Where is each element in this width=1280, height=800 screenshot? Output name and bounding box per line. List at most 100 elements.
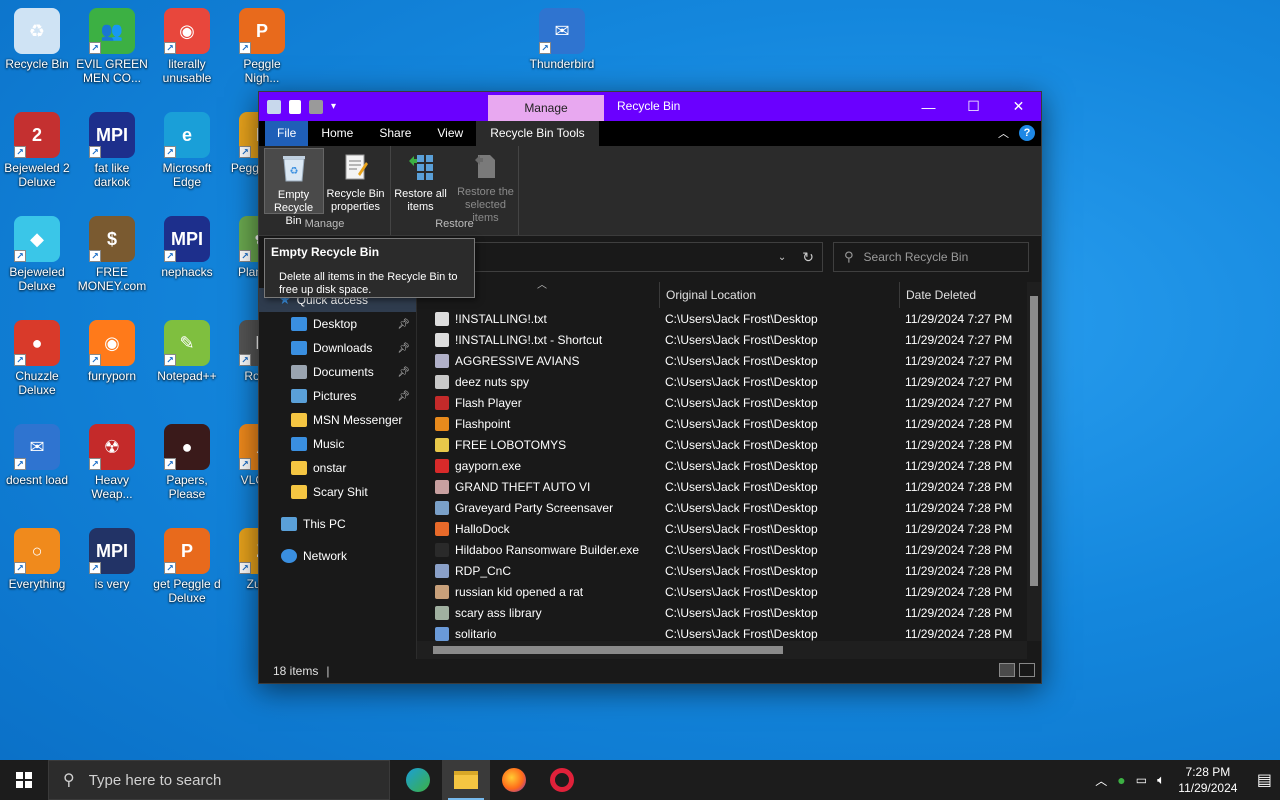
empty-recycle-bin-button[interactable]: ♻ Empty Recycle Bin (263, 148, 324, 227)
tab-share[interactable]: Share (366, 121, 424, 146)
details-view-button[interactable] (999, 663, 1015, 677)
file-row[interactable]: RDP_CnC C:\Users\Jack Frost\Desktop 11/29/… (417, 560, 1041, 581)
file-row[interactable]: !INSTALLING!.txt - Shortcut C:\Users\Jack… (417, 329, 1041, 350)
restore-selected-items-button[interactable]: Restore the selected items (453, 148, 519, 224)
desktop-icon[interactable]: ◉ ↗ literally unusable (150, 8, 224, 85)
folder-icon (291, 437, 307, 451)
taskbar-opera[interactable] (538, 760, 586, 800)
volume-icon[interactable]: 🔈︎ (1157, 772, 1165, 788)
tab-recycle-bin-tools[interactable]: Recycle Bin Tools (476, 121, 599, 146)
pin-icon[interactable]: 📌︎ (397, 343, 410, 354)
file-row[interactable]: AGGRESSIVE AVIANS C:\Users\Jack Frost\Des… (417, 350, 1041, 371)
file-row[interactable]: HalloDock C:\Users\Jack Frost\Desktop 11/2… (417, 518, 1041, 539)
manage-context-tab[interactable]: Manage (488, 95, 604, 121)
file-row[interactable]: Flashpoint C:\Users\Jack Frost\Desktop 11/… (417, 413, 1041, 434)
address-dropdown-icon[interactable]: ⌄ (778, 252, 786, 263)
file-name: Flashpoint (455, 416, 511, 431)
clock[interactable]: 7:28 PM 11/29/2024 (1175, 764, 1241, 796)
file-row[interactable]: russian kid opened a rat C:\Users\Jack Fr… (417, 581, 1041, 602)
recycle-bin-properties-button[interactable]: Recycle Bin properties (326, 148, 386, 214)
undo-icon[interactable] (309, 99, 323, 114)
desktop-icon[interactable]: ◆ ↗ Bejeweled Deluxe (0, 216, 74, 293)
refresh-icon[interactable]: ↻ (802, 249, 814, 266)
nav-item[interactable]: onstar (259, 456, 416, 480)
desktop-icon[interactable]: ● ↗ Papers, Please (150, 424, 224, 501)
file-row[interactable]: scary ass library C:\Users\Jack Frost\Des… (417, 602, 1041, 623)
large-icons-view-button[interactable] (1019, 663, 1035, 677)
file-row[interactable]: gayporn.exe C:\Users\Jack Frost\Desktop 11… (417, 455, 1041, 476)
vertical-scroll-thumb[interactable] (1030, 296, 1038, 586)
taskbar-file-explorer[interactable] (442, 760, 490, 800)
file-icon (435, 437, 449, 452)
file-row[interactable]: !INSTALLING!.txt C:\Users\Jack Frost\Desk… (417, 308, 1041, 329)
nav-network[interactable]: Network (259, 544, 416, 568)
search-box[interactable]: ⚲ Search Recycle Bin (833, 242, 1029, 272)
show-hidden-icons[interactable]: ︿ (1095, 772, 1107, 789)
pin-icon[interactable]: 📌︎ (397, 319, 410, 330)
desktop-icon[interactable]: 👥 ↗ EVIL GREEN MEN CO... (75, 8, 149, 85)
desktop-icon[interactable]: ☢ ↗ Heavy Weap... (75, 424, 149, 501)
app-icon: ♻ (14, 8, 60, 54)
taskbar-firefox[interactable] (490, 760, 538, 800)
tab-view[interactable]: View (424, 121, 476, 146)
file-row[interactable]: FREE LOBOTOMYS C:\Users\Jack Frost\Deskto… (417, 434, 1041, 455)
explorer-window[interactable]: ▾ Manage Recycle Bin — ☐ ✕ File Home Sha… (258, 91, 1042, 684)
network-icon[interactable]: ▭ (1136, 773, 1147, 787)
desktop-icon[interactable]: MPI ↗ nephacks (150, 216, 224, 279)
pin-icon[interactable]: 📌︎ (397, 391, 410, 402)
desktop-icon[interactable]: ♻ Recycle Bin (0, 8, 74, 71)
file-row[interactable]: Flash Player C:\Users\Jack Frost\Desktop 1… (417, 392, 1041, 413)
desktop-icon[interactable]: ✉ ↗ Thunderbird (525, 8, 599, 71)
column-original-location[interactable]: Original Location (659, 282, 899, 308)
desktop-icon[interactable]: ● ↗ Chuzzle Deluxe (0, 320, 74, 397)
file-row[interactable]: Graveyard Party Screensaver C:\Users\Jack… (417, 497, 1041, 518)
desktop-icon[interactable]: ○ ↗ Everything (0, 528, 74, 591)
pin-icon[interactable]: 📌︎ (397, 367, 410, 378)
nav-item[interactable]: Pictures 📌︎ (259, 384, 416, 408)
horizontal-scroll-thumb[interactable] (433, 646, 783, 654)
vertical-scrollbar[interactable] (1027, 282, 1041, 641)
minimize-button[interactable]: — (906, 92, 951, 121)
file-row[interactable]: GRAND THEFT AUTO VI C:\Users\Jack Frost\D… (417, 476, 1041, 497)
user-icon[interactable]: ● (1117, 772, 1125, 788)
tab-home[interactable]: Home (308, 121, 366, 146)
nav-item[interactable]: Documents 📌︎ (259, 360, 416, 384)
shortcut-arrow-icon: ↗ (89, 146, 101, 158)
app-icon: MPI ↗ (89, 528, 135, 574)
nav-item[interactable]: Desktop 📌︎ (259, 312, 416, 336)
desktop-icon[interactable]: MPI ↗ fat like darkok (75, 112, 149, 189)
horizontal-scrollbar[interactable] (417, 641, 1027, 659)
desktop-icon[interactable]: e ↗ Microsoft Edge (150, 112, 224, 189)
notifications-icon[interactable]: ▤ (1257, 770, 1272, 790)
desktop-icon[interactable]: $ ↗ FREE MONEY.com (75, 216, 149, 293)
customize-qat-icon[interactable]: ▾ (331, 101, 336, 112)
desktop-icon[interactable]: ◉ ↗ furryporn (75, 320, 149, 383)
nav-item[interactable]: Music (259, 432, 416, 456)
title-bar[interactable]: ▾ Manage Recycle Bin — ☐ ✕ (259, 92, 1041, 121)
desktop-icon[interactable]: ✉ ↗ doesnt load (0, 424, 74, 487)
taskbar-search[interactable]: ⚲ Type here to search (48, 760, 390, 800)
date-deleted: 11/29/2024 7:28 PM (905, 458, 1013, 473)
collapse-ribbon-icon[interactable]: ︿ (998, 125, 1009, 141)
maximize-button[interactable]: ☐ (951, 92, 996, 121)
nav-item[interactable]: Downloads 📌︎ (259, 336, 416, 360)
desktop-icon[interactable]: P ↗ get Peggle d Deluxe (150, 528, 224, 605)
taskbar-edge[interactable] (394, 760, 442, 800)
nav-this-pc[interactable]: This PC (259, 512, 416, 536)
start-button[interactable] (0, 760, 48, 800)
desktop-icon[interactable]: 2 ↗ Bejeweled 2 Deluxe (0, 112, 74, 189)
tab-file[interactable]: File (265, 121, 309, 146)
desktop-icon[interactable]: MPI ↗ is very (75, 528, 149, 591)
restore-all-items-button[interactable]: Restore all items (391, 148, 451, 214)
nav-item[interactable]: Scary Shit (259, 480, 416, 504)
nav-item[interactable]: MSN Messenger (259, 408, 416, 432)
original-location: C:\Users\Jack Frost\Desktop (665, 437, 818, 452)
help-icon[interactable]: ? (1019, 125, 1035, 141)
file-row[interactable]: deez nuts spy C:\Users\Jack Frost\Desktop… (417, 371, 1041, 392)
close-button[interactable]: ✕ (996, 92, 1041, 121)
column-date-deleted[interactable]: Date Deleted (899, 282, 1019, 308)
properties-icon[interactable] (289, 99, 301, 114)
file-row[interactable]: Hildaboo Ransomware Builder.exe C:\Users\… (417, 539, 1041, 560)
desktop-icon[interactable]: P ↗ Peggle Nigh... (225, 8, 299, 85)
desktop-icon[interactable]: ✎ ↗ Notepad++ (150, 320, 224, 383)
